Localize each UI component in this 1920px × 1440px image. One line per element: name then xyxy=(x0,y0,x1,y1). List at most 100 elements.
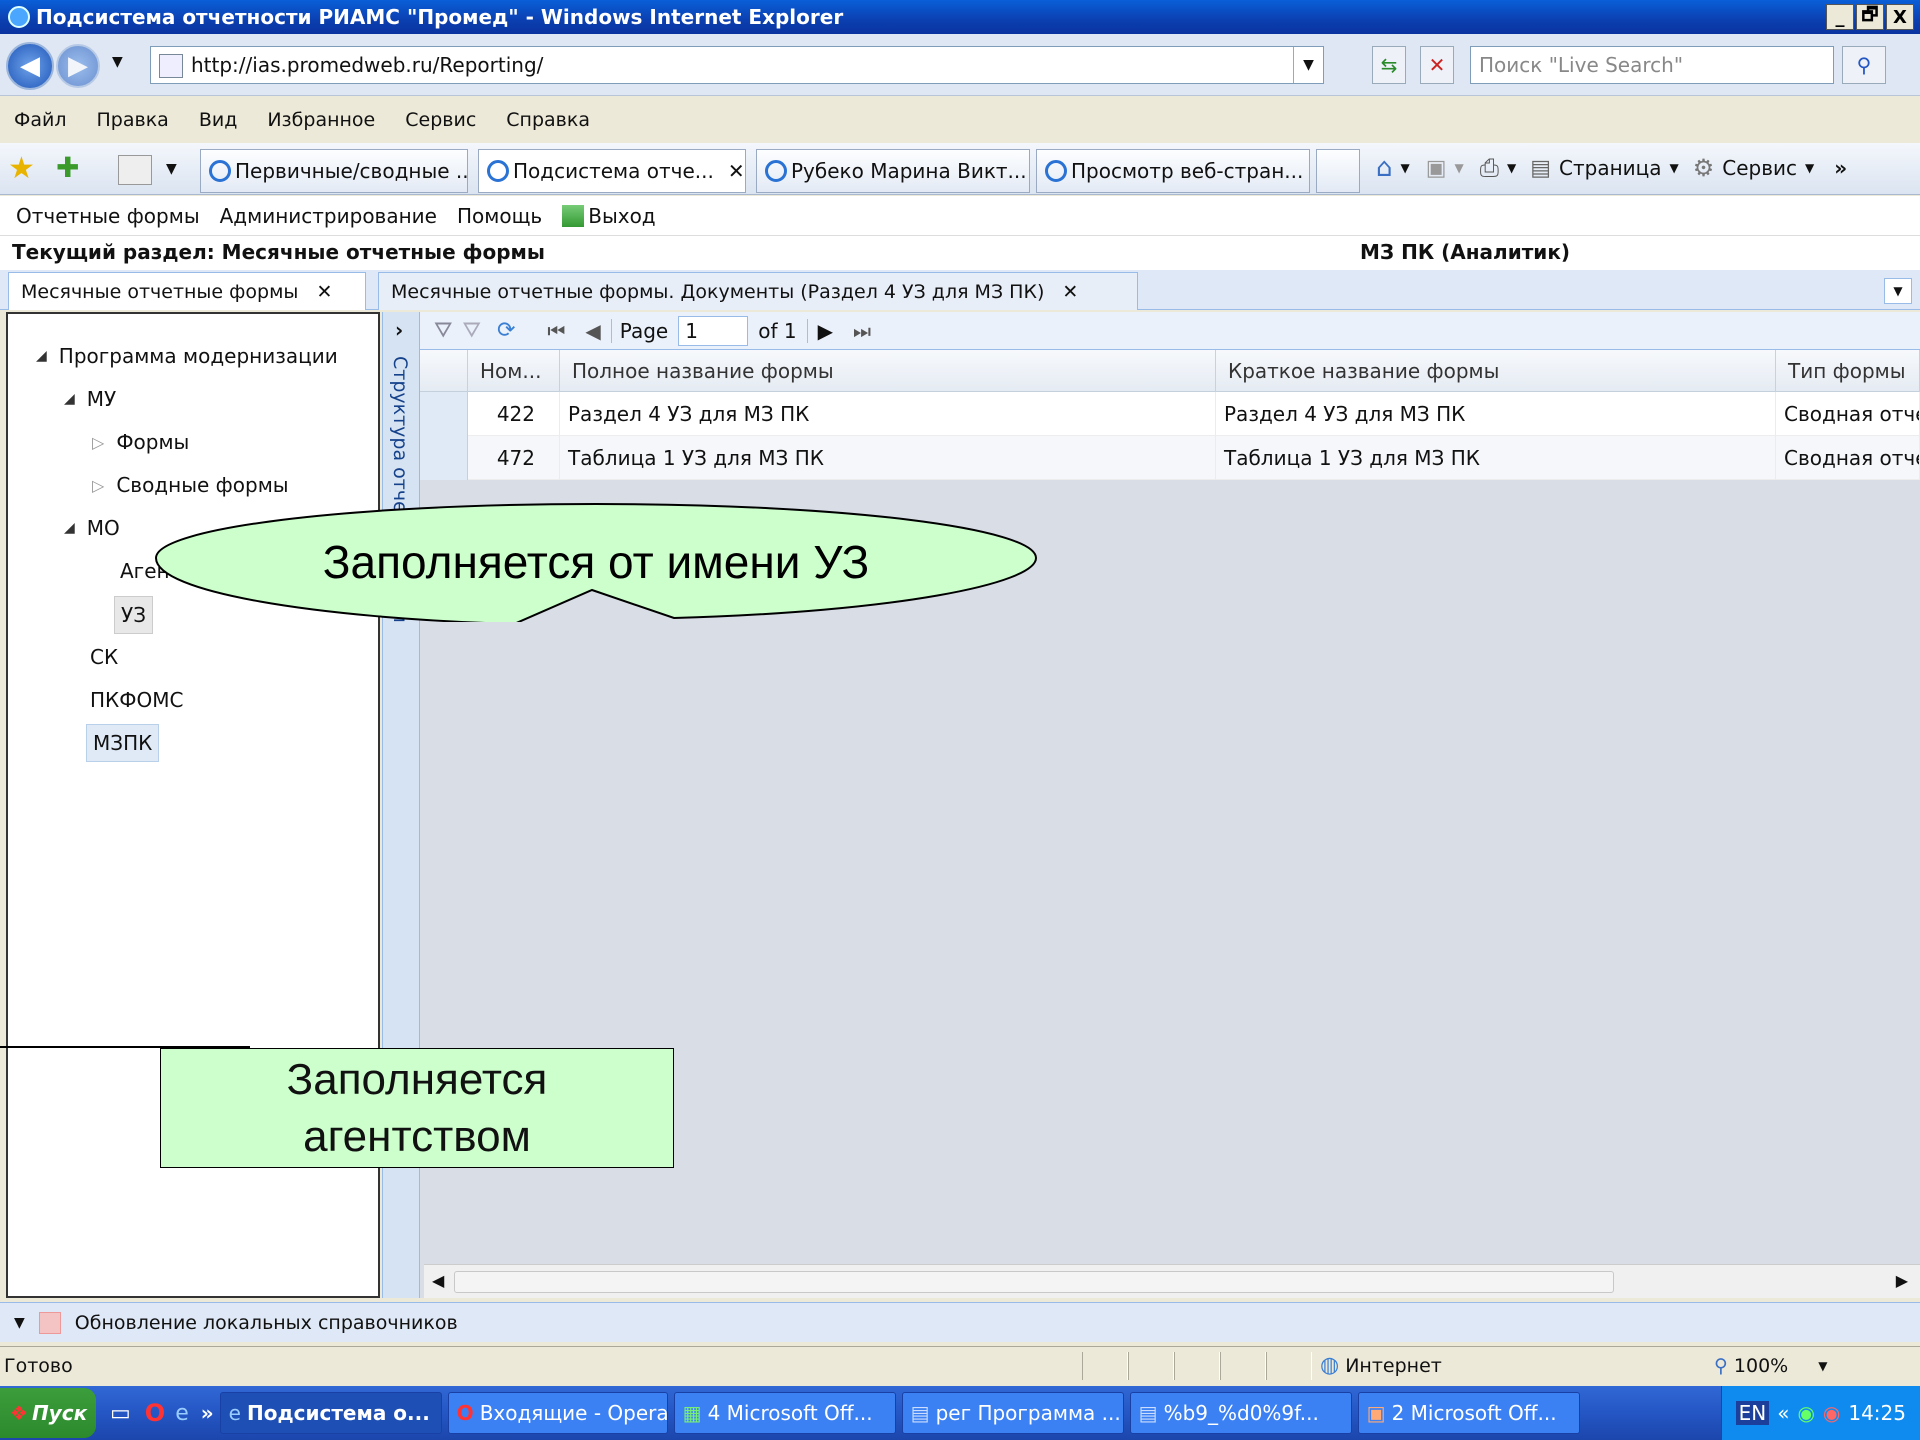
bottom-panel-header[interactable]: ▼ Обновление локальных справочников xyxy=(0,1302,1920,1342)
new-tab-button[interactable] xyxy=(1316,149,1360,193)
prev-page-icon[interactable]: ◀ xyxy=(585,319,600,343)
print-icon[interactable]: ⎙ xyxy=(1480,154,1499,182)
row-selector[interactable] xyxy=(420,392,468,436)
history-dropdown-icon[interactable]: ▼ xyxy=(112,54,123,70)
task-word-1[interactable]: ▤ рег Программа ... xyxy=(901,1392,1124,1434)
home-dropdown-icon[interactable]: ▼ xyxy=(1401,161,1410,175)
ie-tab-4[interactable]: Просмотр веб-стран... xyxy=(1036,149,1310,193)
back-button[interactable]: ◀ xyxy=(6,42,54,90)
table-row[interactable]: 422 Раздел 4 УЗ для МЗ ПК Раздел 4 УЗ дл… xyxy=(420,392,1920,436)
table-row[interactable]: 472 Таблица 1 УЗ для МЗ ПК Таблица 1 УЗ … xyxy=(420,436,1920,480)
tree-node-mo[interactable]: ◢ МО xyxy=(64,516,120,540)
quick-tabs-icon[interactable] xyxy=(118,155,152,185)
column-header-full-name[interactable]: Полное название формы xyxy=(560,350,1216,392)
menu-file[interactable]: Файл xyxy=(14,109,67,131)
ie-quicklaunch-icon[interactable]: e xyxy=(175,1401,189,1426)
language-indicator[interactable]: EN xyxy=(1735,1401,1770,1425)
quicklaunch-more-icon[interactable]: » xyxy=(201,1401,214,1425)
horizontal-scrollbar[interactable]: ◀ ▶ xyxy=(424,1264,1920,1298)
tools-dropdown-icon[interactable]: ▼ xyxy=(1805,161,1814,175)
search-icon[interactable]: ⚲ xyxy=(1842,46,1886,84)
tree-label: Формы xyxy=(116,430,190,454)
next-page-icon[interactable]: ▶ xyxy=(806,318,833,343)
favorites-star-icon[interactable]: ★ xyxy=(8,151,35,186)
task-ie[interactable]: e Подсистема о... xyxy=(219,1392,442,1434)
tree-node-sk[interactable]: СК xyxy=(90,645,118,669)
task-excel[interactable]: ▦ 4 Microsoft Off... xyxy=(673,1392,896,1434)
menu-tools[interactable]: Сервис xyxy=(405,109,476,131)
start-button[interactable]: ❖ Пуск xyxy=(0,1388,96,1438)
zoom-control[interactable]: ⚲ 100% ▼ xyxy=(1702,1355,1827,1377)
tray-app-icon[interactable]: ◉ xyxy=(1823,1401,1840,1425)
exit-button[interactable]: Выход xyxy=(562,204,656,228)
filter-add-icon[interactable]: ⛛ xyxy=(434,318,452,343)
restore-button[interactable]: 🗗 xyxy=(1856,4,1884,30)
feeds-icon[interactable]: ▣ xyxy=(1426,156,1447,181)
menu-help-app[interactable]: Помощь xyxy=(457,204,542,228)
tree-node-forms[interactable]: ▷ Формы xyxy=(92,430,189,454)
close-button[interactable]: X xyxy=(1886,4,1914,30)
tabs-menu-icon[interactable]: ▼ xyxy=(1884,278,1912,304)
print-dropdown-icon[interactable]: ▼ xyxy=(1507,161,1516,175)
chevron-down-icon[interactable]: ▼ xyxy=(14,1315,25,1331)
page-menu[interactable]: Страница xyxy=(1559,156,1662,180)
tray-expand-icon[interactable]: « xyxy=(1777,1401,1789,1425)
tree-node-mu[interactable]: ◢ МУ xyxy=(64,387,116,411)
url-field[interactable]: http://ias.promedweb.ru/Reporting/ ▼ xyxy=(150,46,1324,84)
tree-node-uz[interactable]: УЗ xyxy=(114,596,154,634)
add-favorite-icon[interactable]: ✚ xyxy=(56,151,79,184)
column-header-short-name[interactable]: Краткое название формы xyxy=(1216,350,1776,392)
zoom-dropdown-icon[interactable]: ▼ xyxy=(1818,1359,1827,1373)
menu-report-forms[interactable]: Отчетные формы xyxy=(16,204,200,228)
search-input[interactable]: Поиск "Live Search" xyxy=(1470,46,1834,84)
tree-node-root[interactable]: ◢ Программа модернизации xyxy=(36,344,338,368)
task-powerpoint[interactable]: ▣ 2 Microsoft Off... xyxy=(1357,1392,1580,1434)
menu-help[interactable]: Справка xyxy=(506,109,590,131)
chevron-more-icon[interactable]: » xyxy=(1834,156,1847,180)
ie-tab-3[interactable]: Рубеко Марина Викт... xyxy=(756,149,1030,193)
tab-monthly-forms[interactable]: Месячные отчетные формы ✕ xyxy=(8,272,366,310)
menu-edit[interactable]: Правка xyxy=(97,109,169,131)
task-opera[interactable]: O Входящие - Opera xyxy=(447,1392,668,1434)
close-tab-icon[interactable]: ✕ xyxy=(1062,281,1078,303)
expand-panel-icon[interactable]: › xyxy=(395,318,403,342)
scroll-right-icon[interactable]: ▶ xyxy=(1896,1271,1908,1290)
page-number-input[interactable]: 1 xyxy=(678,315,749,346)
tree-node-pkfoms[interactable]: ПКФОМС xyxy=(90,688,183,712)
minimize-button[interactable]: _ xyxy=(1826,4,1854,30)
scrollbar-thumb[interactable] xyxy=(454,1271,1614,1293)
home-icon[interactable]: ⌂ xyxy=(1376,153,1393,183)
tree-label: Сводные формы xyxy=(116,473,289,497)
column-header-form-type[interactable]: Тип формы xyxy=(1776,350,1920,392)
tools-menu[interactable]: Сервис xyxy=(1722,156,1797,180)
tab-monthly-documents[interactable]: Месячные отчетные формы. Документы (Разд… xyxy=(378,272,1138,310)
column-header-number[interactable]: Ном... xyxy=(468,350,560,392)
tree-node-mzpk[interactable]: МЗПК xyxy=(86,724,160,762)
opera-icon[interactable]: O xyxy=(145,1399,165,1427)
tree-label: МО xyxy=(86,516,120,540)
task-word-2[interactable]: ▤ %b9_%d0%9f... xyxy=(1129,1392,1352,1434)
page-dropdown-icon[interactable]: ▼ xyxy=(1670,161,1679,175)
forward-button[interactable]: ▶ xyxy=(56,44,100,88)
first-page-icon[interactable]: ⏮ xyxy=(547,319,565,343)
close-tab-icon[interactable]: ✕ xyxy=(316,281,332,303)
stop-icon[interactable]: ✕ xyxy=(1420,46,1454,84)
filter-clear-icon[interactable]: ⛛ xyxy=(462,318,480,343)
row-selector[interactable] xyxy=(420,436,468,480)
tab-list-dropdown-icon[interactable]: ▼ xyxy=(166,161,177,177)
refresh-icon[interactable]: ⇆ xyxy=(1372,46,1406,84)
feeds-dropdown-icon[interactable]: ▼ xyxy=(1455,161,1464,175)
show-desktop-icon[interactable]: ▭ xyxy=(110,1401,131,1426)
tray-app-icon[interactable]: ◉ xyxy=(1797,1401,1814,1425)
menu-administration[interactable]: Администрирование xyxy=(220,204,437,228)
url-dropdown-icon[interactable]: ▼ xyxy=(1293,47,1323,83)
last-page-icon[interactable]: ⏭ xyxy=(853,319,871,343)
menu-view[interactable]: Вид xyxy=(199,109,238,131)
menu-favorites[interactable]: Избранное xyxy=(267,109,375,131)
tree-node-summary-forms[interactable]: ▷ Сводные формы xyxy=(92,473,289,497)
ie-tab-1[interactable]: Первичные/сводные ... xyxy=(200,149,468,193)
reload-icon[interactable]: ⟳ xyxy=(497,318,515,343)
scroll-left-icon[interactable]: ◀ xyxy=(432,1271,444,1290)
ie-tab-2[interactable]: Подсистема отче... ✕ xyxy=(478,149,746,193)
close-tab-icon[interactable]: ✕ xyxy=(728,159,745,183)
